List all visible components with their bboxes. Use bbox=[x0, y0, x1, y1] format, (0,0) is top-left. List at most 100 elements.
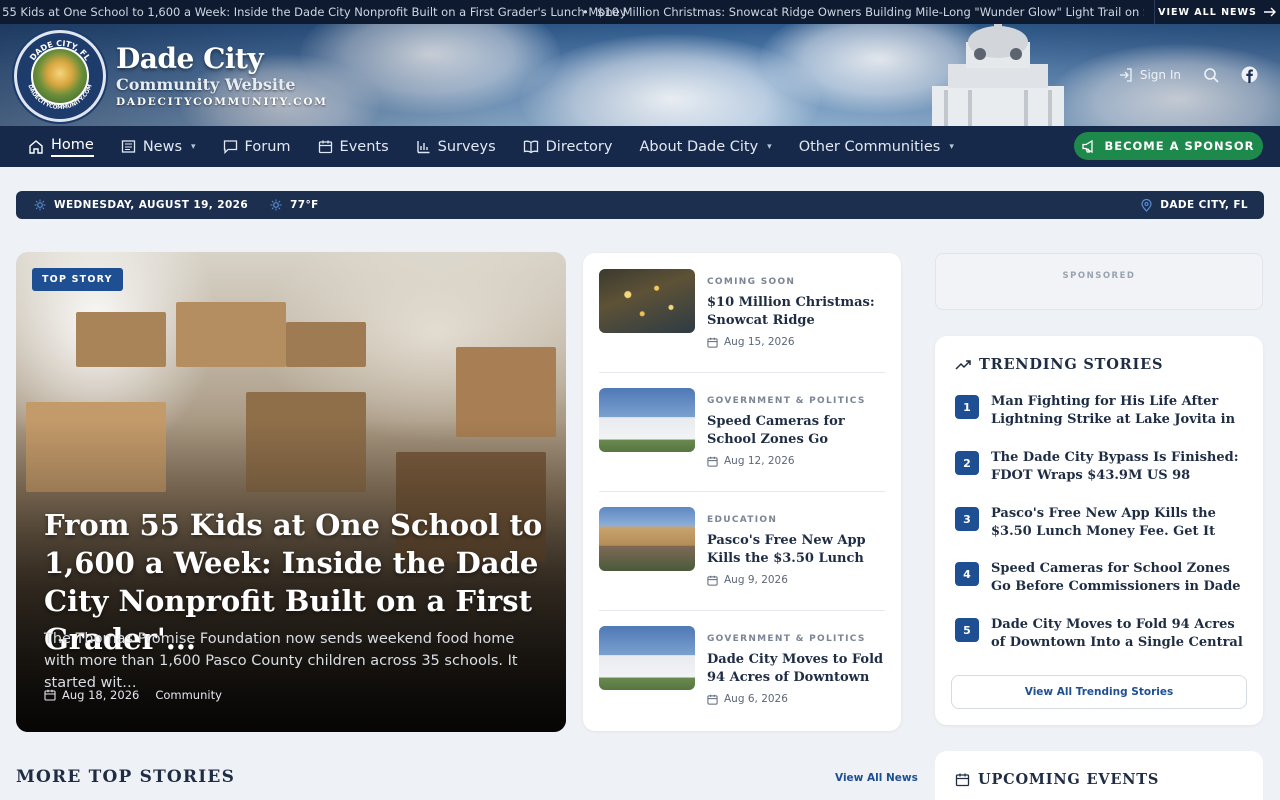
nav-about[interactable]: About Dade City ▾ bbox=[639, 126, 771, 167]
nav-home[interactable]: Home bbox=[28, 126, 94, 167]
nav-forum-label: Forum bbox=[244, 138, 291, 155]
date-weather-bar: WEDNESDAY, AUGUST 19, 2026 77°F DADE CIT… bbox=[16, 191, 1264, 219]
chevron-down-icon: ▾ bbox=[767, 141, 772, 152]
ticker-item[interactable]: From 55 Kids at One School to 1,600 a We… bbox=[0, 5, 627, 19]
trending-rank: 2 bbox=[955, 451, 979, 475]
top-story-meta: Aug 18, 2026 Community bbox=[44, 688, 222, 702]
calendar-icon bbox=[707, 456, 718, 467]
trending-title[interactable]: Man Fighting for His Life After Lightnin… bbox=[991, 393, 1245, 429]
story-item[interactable]: GOVERNMENT & POLITICS Speed Cameras for … bbox=[599, 388, 885, 494]
story-category: GOVERNMENT & POLITICS bbox=[707, 634, 866, 644]
sponsored-ad-slot[interactable]: SPONSORED bbox=[935, 253, 1263, 310]
ticker-bullet: • bbox=[582, 5, 589, 19]
trending-item[interactable]: 4 Speed Cameras for School Zones Go Befo… bbox=[955, 560, 1245, 600]
calendar-icon bbox=[707, 575, 718, 586]
story-date-wrap: Aug 12, 2026 bbox=[707, 455, 795, 467]
story-date-wrap: Aug 6, 2026 bbox=[707, 693, 788, 705]
newspaper-icon bbox=[121, 140, 135, 153]
sign-in-icon bbox=[1119, 67, 1132, 82]
sign-in-link[interactable]: Sign In bbox=[1119, 68, 1181, 82]
ticker-track: From 55 Kids at One School to 1,600 a We… bbox=[0, 0, 1280, 24]
story-category: EDUCATION bbox=[707, 515, 778, 525]
megaphone-icon bbox=[1082, 139, 1094, 153]
nav-forum[interactable]: Forum bbox=[223, 126, 291, 167]
header-tools: Sign In bbox=[1119, 66, 1258, 83]
story-thumbnail[interactable] bbox=[599, 507, 695, 571]
trending-title[interactable]: The Dade City Bypass Is Finished: FDOT W… bbox=[991, 449, 1245, 485]
story-item[interactable]: EDUCATION Pasco's Free New App Kills the… bbox=[599, 507, 885, 613]
site-logo[interactable]: DADE CITY, FL DADECITYCOMMUNITY.COM bbox=[14, 30, 106, 122]
sponsored-label: SPONSORED bbox=[1062, 271, 1136, 281]
trending-item[interactable]: 2 The Dade City Bypass Is Finished: FDOT… bbox=[955, 449, 1245, 489]
trending-title[interactable]: Pasco's Free New App Kills the $3.50 Lun… bbox=[991, 505, 1245, 541]
location-segment: DADE CITY, FL bbox=[1141, 191, 1248, 219]
home-icon bbox=[29, 139, 43, 154]
site-url: DADECITYCOMMUNITY.COM bbox=[116, 96, 328, 108]
story-category: GOVERNMENT & POLITICS bbox=[707, 396, 866, 406]
trending-title[interactable]: Dade City Moves to Fold 94 Acres of Down… bbox=[991, 616, 1245, 652]
story-item[interactable]: GOVERNMENT & POLITICS Dade City Moves to… bbox=[599, 626, 885, 732]
calendar-icon bbox=[707, 694, 718, 705]
nav-events[interactable]: Events bbox=[318, 126, 389, 167]
story-date: Aug 6, 2026 bbox=[724, 693, 788, 705]
map-pin-icon bbox=[1141, 198, 1152, 212]
events-heading: UPCOMING EVENTS bbox=[955, 771, 1159, 788]
more-top-stories-heading: MORE TOP STORIES bbox=[16, 767, 236, 787]
story-thumbnail[interactable] bbox=[599, 269, 695, 333]
become-sponsor-label: BECOME A SPONSOR bbox=[1104, 139, 1255, 153]
view-all-trending-button[interactable]: View All Trending Stories bbox=[951, 675, 1247, 709]
nav-other-communities[interactable]: Other Communities ▾ bbox=[799, 126, 954, 167]
trending-item[interactable]: 3 Pasco's Free New App Kills the $3.50 L… bbox=[955, 505, 1245, 545]
become-sponsor-button[interactable]: BECOME A SPONSOR bbox=[1074, 132, 1263, 160]
story-title[interactable]: Pasco's Free New App Kills the $3.50 Lun… bbox=[707, 532, 885, 568]
current-temperature: 77°F bbox=[290, 199, 319, 211]
top-story-badge: TOP STORY bbox=[32, 268, 123, 291]
story-date-wrap: Aug 9, 2026 bbox=[707, 574, 788, 586]
top-story-category[interactable]: Community bbox=[155, 688, 222, 702]
weather-segment: 77°F bbox=[270, 199, 319, 211]
view-all-news-link[interactable]: VIEW ALL NEWS bbox=[1154, 0, 1280, 24]
nav-news[interactable]: News ▾ bbox=[121, 126, 196, 167]
trending-item[interactable]: 5 Dade City Moves to Fold 94 Acres of Do… bbox=[955, 616, 1245, 656]
site-subtitle: Community Website bbox=[116, 75, 296, 94]
sun-icon bbox=[270, 199, 282, 211]
top-story-description: The Thomas Promise Foundation now sends … bbox=[44, 631, 518, 691]
trending-up-icon bbox=[955, 359, 971, 370]
view-all-news-label: VIEW ALL NEWS bbox=[1158, 6, 1257, 18]
chat-icon bbox=[223, 140, 237, 154]
search-icon[interactable] bbox=[1203, 67, 1219, 83]
nav-directory[interactable]: Directory bbox=[523, 126, 613, 167]
story-date: Aug 9, 2026 bbox=[724, 574, 788, 586]
upcoming-events-card: UPCOMING EVENTS bbox=[935, 751, 1263, 800]
top-story-card[interactable]: TOP STORY From 55 Kids at One School to … bbox=[16, 252, 566, 732]
story-thumbnail[interactable] bbox=[599, 626, 695, 690]
story-thumbnail[interactable] bbox=[599, 388, 695, 452]
calendar-icon bbox=[707, 337, 718, 348]
ticker-item[interactable]: $10 Million Christmas: Snowcat Ridge Own… bbox=[597, 5, 1144, 19]
latest-stories-card: COMING SOON $10 Million Christmas: Snowc… bbox=[583, 253, 901, 731]
top-story-date-wrap: Aug 18, 2026 bbox=[44, 688, 139, 702]
trending-title[interactable]: Speed Cameras for School Zones Go Before… bbox=[991, 560, 1245, 596]
calendar-icon bbox=[955, 773, 970, 787]
trending-rank: 3 bbox=[955, 507, 979, 531]
calendar-icon bbox=[44, 689, 56, 701]
nav-surveys[interactable]: Surveys bbox=[416, 126, 496, 167]
trending-item[interactable]: 1 Man Fighting for His Life After Lightn… bbox=[955, 393, 1245, 433]
nav-home-label: Home bbox=[51, 137, 94, 157]
nav-other-communities-label: Other Communities bbox=[798, 138, 941, 155]
book-icon bbox=[523, 140, 538, 154]
nav-directory-label: Directory bbox=[545, 138, 613, 155]
story-item[interactable]: COMING SOON $10 Million Christmas: Snowc… bbox=[599, 269, 885, 375]
nav-events-label: Events bbox=[339, 138, 389, 155]
story-title[interactable]: $10 Million Christmas: Snowcat Ridge Own… bbox=[707, 294, 885, 330]
arrow-right-icon bbox=[1263, 7, 1276, 17]
view-all-news-link[interactable]: View All News bbox=[835, 772, 918, 784]
events-heading-label: UPCOMING EVENTS bbox=[978, 771, 1160, 788]
story-title[interactable]: Speed Cameras for School Zones Go Before… bbox=[707, 413, 885, 449]
current-location: DADE CITY, FL bbox=[1160, 199, 1248, 211]
story-title[interactable]: Dade City Moves to Fold 94 Acres of Down… bbox=[707, 651, 885, 687]
facebook-icon[interactable] bbox=[1241, 66, 1258, 83]
date-segment: WEDNESDAY, AUGUST 19, 2026 bbox=[34, 199, 248, 211]
site-title[interactable]: Dade City bbox=[116, 42, 264, 75]
trending-stories-card: TRENDING STORIES 1 Man Fighting for His … bbox=[935, 336, 1263, 725]
